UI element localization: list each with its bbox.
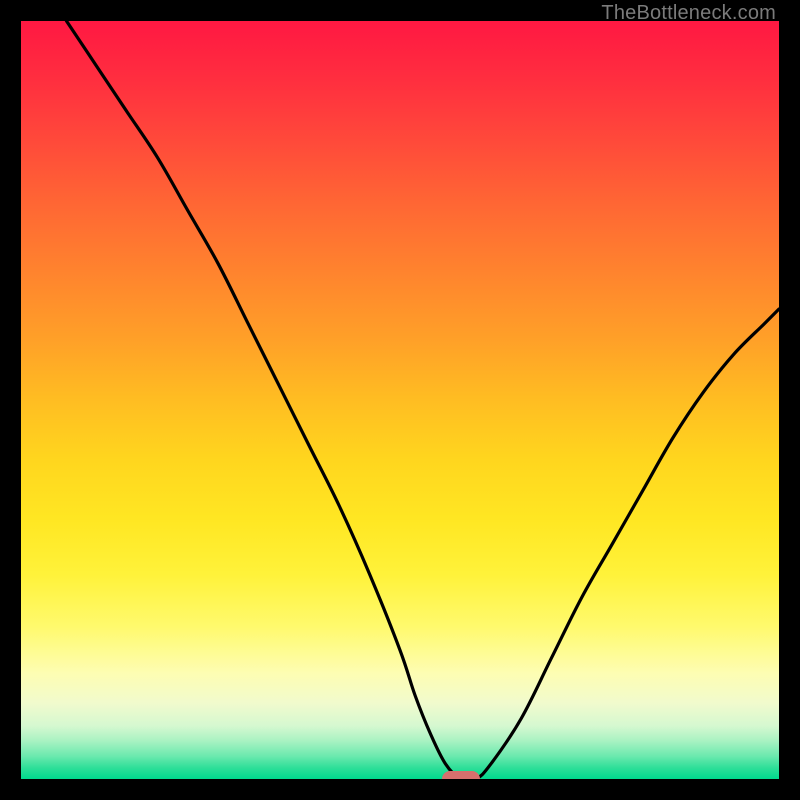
- optimal-marker: [442, 771, 480, 779]
- curve-layer: [21, 21, 779, 779]
- watermark-text: TheBottleneck.com: [601, 2, 776, 25]
- plot-area: [21, 21, 779, 779]
- bottleneck-curve: [66, 21, 779, 779]
- chart-frame: TheBottleneck.com: [0, 0, 800, 800]
